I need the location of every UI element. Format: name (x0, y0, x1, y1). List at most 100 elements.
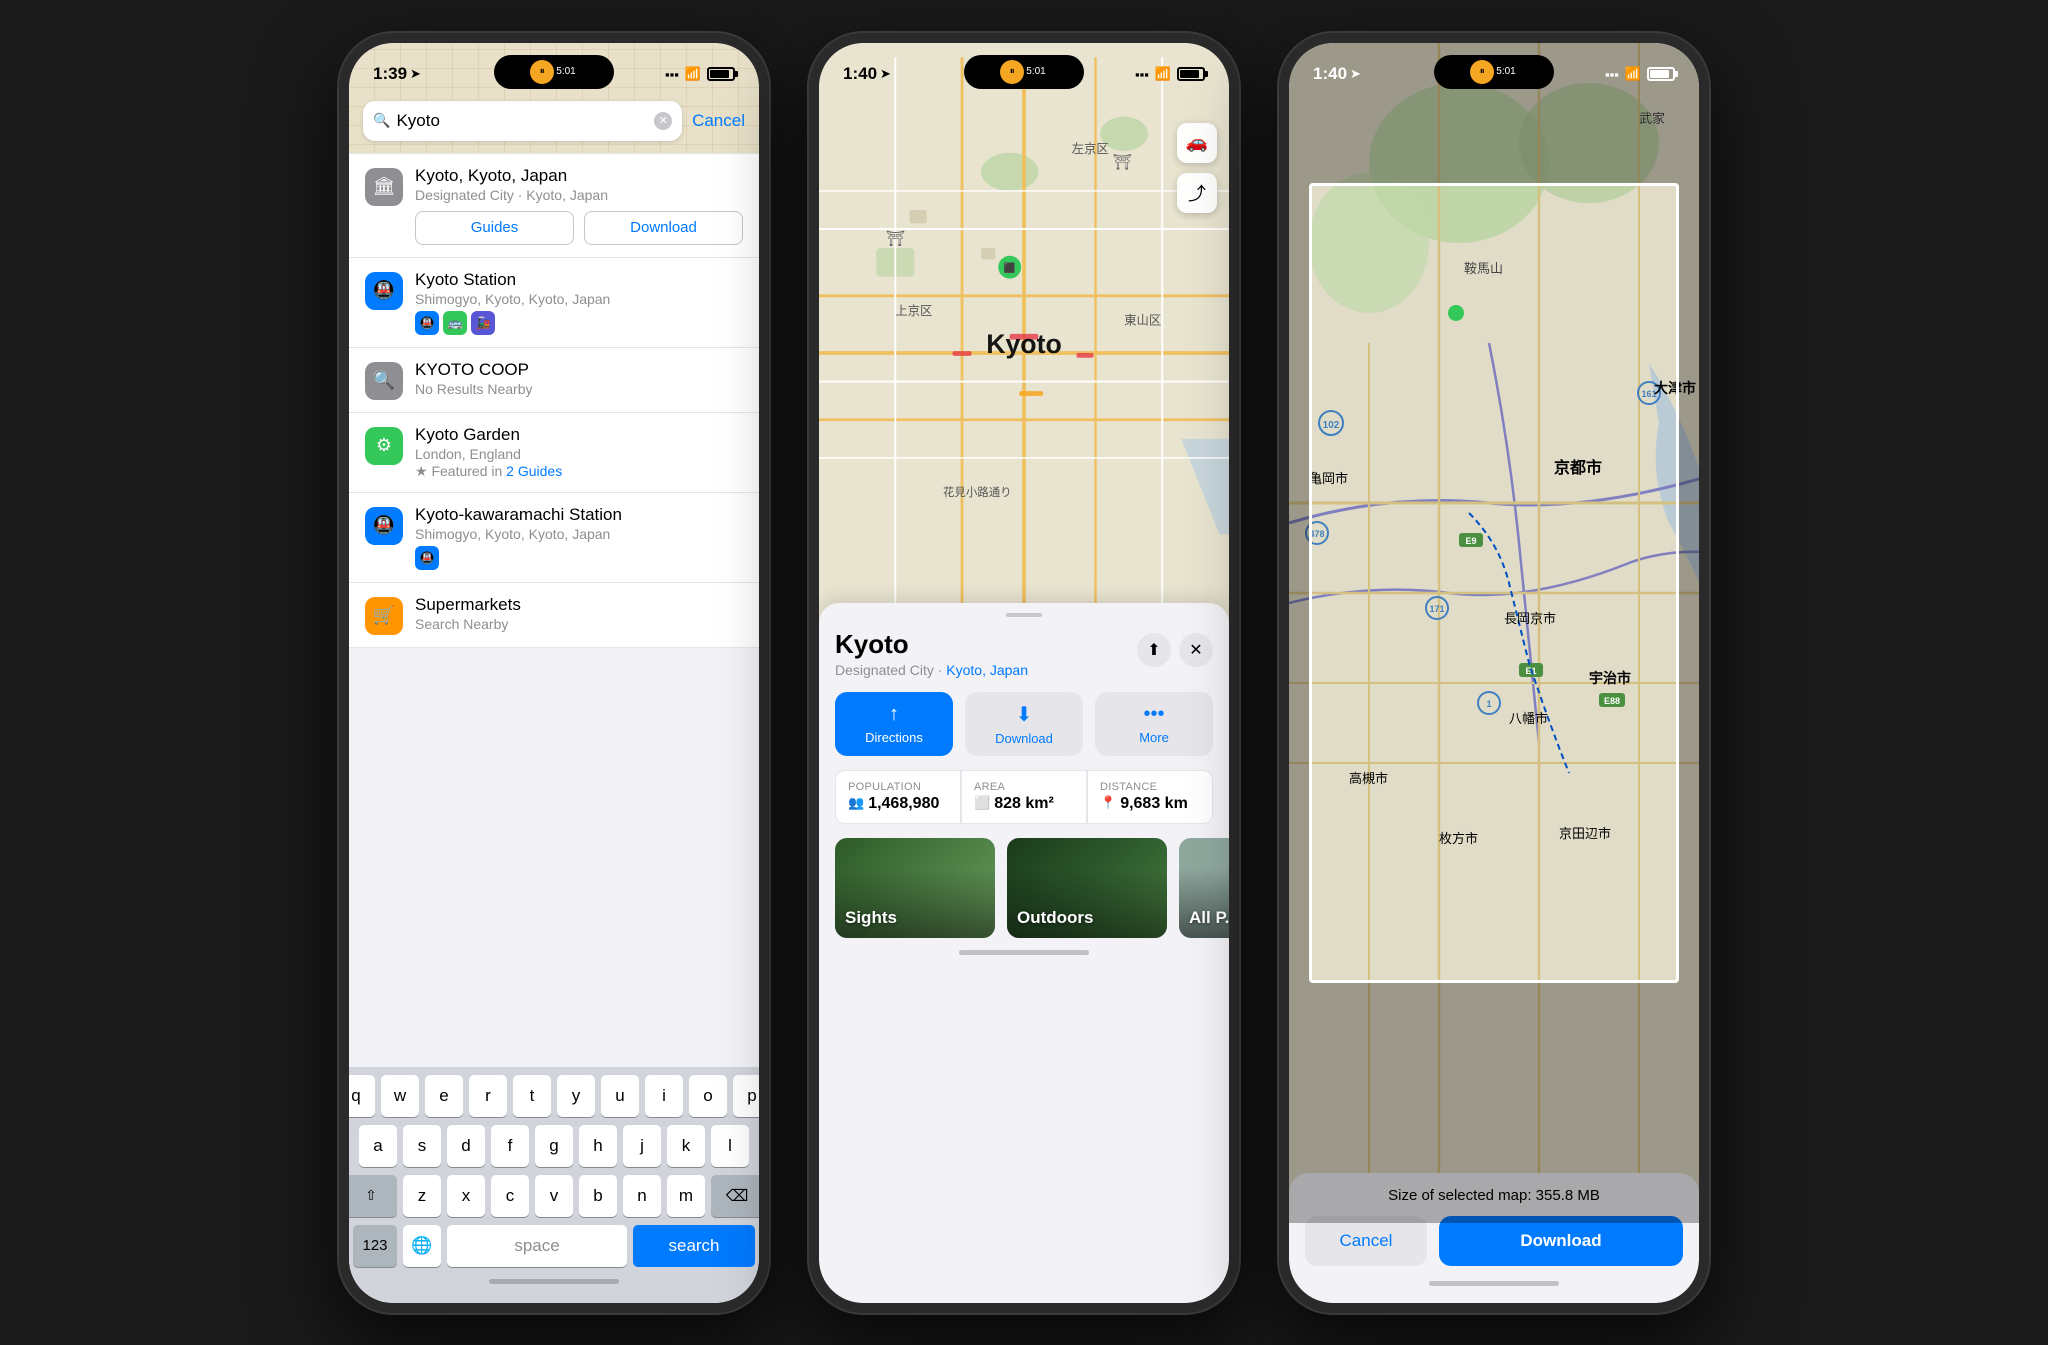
list-item[interactable]: ⚙ Kyoto Garden London, England ★ Feature… (349, 413, 759, 493)
search-button[interactable]: search (633, 1225, 755, 1267)
transit-badges-2: 🚇 (415, 546, 743, 570)
confirm-download-button[interactable]: Download (1439, 1216, 1683, 1266)
keyboard-row-1: q w e r t y u i o p (353, 1075, 755, 1117)
key-m[interactable]: m (667, 1175, 705, 1217)
outdoors-card[interactable]: Outdoors (1007, 838, 1167, 938)
key-v[interactable]: v (535, 1175, 573, 1217)
status-icons-phone3: ▪▪▪ 📶 (1605, 66, 1675, 82)
key-g[interactable]: g (535, 1125, 573, 1167)
key-q[interactable]: q (349, 1075, 375, 1117)
key-b[interactable]: b (579, 1175, 617, 1217)
outdoors-label: Outdoors (1017, 908, 1094, 928)
download-button[interactable]: Download (584, 211, 743, 245)
download-sheet: Size of selected map: 355.8 MB Cancel Do… (1289, 1173, 1699, 1303)
wifi-icon-3: 📶 (1625, 66, 1641, 82)
share-button[interactable]: ⬆ (1137, 633, 1171, 667)
result-subtitle: Search Nearby (415, 616, 743, 632)
guides-link[interactable]: 2 Guides (506, 463, 562, 479)
key-f[interactable]: f (491, 1125, 529, 1167)
directions-button[interactable]: ↑ Directions (835, 692, 953, 756)
map-size-text: Size of selected map: 355.8 MB (1388, 1187, 1600, 1204)
result-subtitle: Designated City · Kyoto, Japan (415, 187, 743, 203)
key-x[interactable]: x (447, 1175, 485, 1217)
dynamic-island-phone1: ⏸ 5:01 (494, 55, 614, 89)
close-button[interactable]: ✕ (1179, 633, 1213, 667)
allplaces-card[interactable]: All P... (1179, 838, 1229, 938)
key-p[interactable]: p (733, 1075, 759, 1117)
time-phone1: 1:39 (373, 64, 407, 84)
result-subtitle: Shimogyo, Kyoto, Kyoto, Japan (415, 291, 743, 307)
sights-card[interactable]: Sights (835, 838, 995, 938)
list-item[interactable]: 🚇 Kyoto-kawaramachi Station Shimogyo, Ky… (349, 493, 759, 583)
key-w[interactable]: w (381, 1075, 419, 1117)
sheet-action-icons: ⬆ ✕ (1137, 633, 1213, 667)
status-bar-phone1: 1:39 ➤ ⏸ 5:01 ▪▪▪ 📶 (349, 43, 759, 98)
delete-key[interactable]: ⌫ (711, 1175, 759, 1217)
cancel-download-button[interactable]: Cancel (1305, 1216, 1427, 1266)
result-title: Kyoto Garden (415, 425, 743, 445)
result-content: KYOTO COOP No Results Nearby (415, 360, 743, 397)
result-content: Kyoto Station Shimogyo, Kyoto, Kyoto, Ja… (415, 270, 743, 335)
numbers-key[interactable]: 123 (353, 1225, 397, 1267)
result-content: Kyoto, Kyoto, Japan Designated City · Ky… (415, 166, 743, 245)
key-t[interactable]: t (513, 1075, 551, 1117)
dynamic-island-phone3: ⏸ 5:01 (1434, 55, 1554, 89)
download-action-buttons: Cancel Download (1305, 1216, 1683, 1266)
list-item[interactable]: 🔍 KYOTO COOP No Results Nearby (349, 348, 759, 413)
key-j[interactable]: j (623, 1125, 661, 1167)
population-icon: 👥 (848, 795, 864, 811)
key-s[interactable]: s (403, 1125, 441, 1167)
shift-key[interactable]: ⇧ (349, 1175, 397, 1217)
more-button[interactable]: ••• More (1095, 692, 1213, 756)
guides-button[interactable]: Guides (415, 211, 574, 245)
key-e[interactable]: e (425, 1075, 463, 1117)
search-bar[interactable]: 🔍 Kyoto ✕ (363, 101, 682, 141)
key-k[interactable]: k (667, 1125, 705, 1167)
key-a[interactable]: a (359, 1125, 397, 1167)
key-d[interactable]: d (447, 1125, 485, 1167)
keyboard-row-3: ⇧ z x c v b n m ⌫ (353, 1175, 755, 1217)
space-key[interactable]: space (447, 1225, 627, 1267)
key-l[interactable]: l (711, 1125, 749, 1167)
result-content: Kyoto-kawaramachi Station Shimogyo, Kyot… (415, 505, 743, 570)
list-item[interactable]: 🛒 Supermarkets Search Nearby (349, 583, 759, 648)
key-r[interactable]: r (469, 1075, 507, 1117)
garden-icon: ⚙ (365, 427, 403, 465)
time-phone2: 1:40 (843, 64, 877, 84)
more-label: More (1139, 730, 1169, 745)
cancel-button[interactable]: Cancel (692, 111, 745, 131)
result-content: Supermarkets Search Nearby (415, 595, 743, 632)
list-item[interactable]: 🏛 Kyoto, Kyoto, Japan Designated City · … (349, 153, 759, 258)
area-icon: ⬜ (974, 795, 990, 811)
compass-button[interactable]: ⤴ (1177, 173, 1217, 213)
clear-button[interactable]: ✕ (654, 112, 672, 130)
transit-badge-1: 🚇 (415, 311, 439, 335)
key-n[interactable]: n (623, 1175, 661, 1217)
key-i[interactable]: i (645, 1075, 683, 1117)
result-subtitle: Shimogyo, Kyoto, Kyoto, Japan (415, 526, 743, 542)
globe-key[interactable]: 🌐 (403, 1225, 441, 1267)
key-o[interactable]: o (689, 1075, 727, 1117)
svg-text:⬛: ⬛ (1004, 262, 1016, 274)
sheet-header: Kyoto Designated City · Kyoto, Japan ⬆ ✕ (819, 617, 1229, 678)
key-u[interactable]: u (601, 1075, 639, 1117)
download-map-button[interactable]: ⬇ Download (965, 692, 1083, 756)
keyboard: q w e r t y u i o p a s d f g (349, 1067, 759, 1303)
svg-text:東山区: 東山区 (1124, 313, 1161, 327)
supermarket-icon: 🛒 (365, 597, 403, 635)
car-mode-button[interactable]: 🚗 (1177, 123, 1217, 163)
location-arrow-icon: ➤ (410, 66, 421, 82)
kyoto-map: Kyoto 左京区 上京区 東山区 花見小路通り ⬛ ⛩ ⛩ 🚗 ⤴ (819, 43, 1229, 663)
key-z[interactable]: z (403, 1175, 441, 1217)
list-item[interactable]: 🚇 Kyoto Station Shimogyo, Kyoto, Kyoto, … (349, 258, 759, 348)
key-y[interactable]: y (557, 1075, 595, 1117)
key-h[interactable]: h (579, 1125, 617, 1167)
key-c[interactable]: c (491, 1175, 529, 1217)
sheet-city-subtitle: Designated City · Kyoto, Japan (835, 662, 1028, 678)
city-link[interactable]: Kyoto, Japan (946, 662, 1028, 678)
di-time-3: 5:01 (1496, 66, 1515, 77)
svg-text:上京区: 上京区 (895, 303, 932, 317)
search-input[interactable]: Kyoto (396, 111, 648, 131)
result-subtitle: London, England (415, 446, 743, 462)
map-controls: 🚗 ⤴ (1177, 123, 1217, 213)
